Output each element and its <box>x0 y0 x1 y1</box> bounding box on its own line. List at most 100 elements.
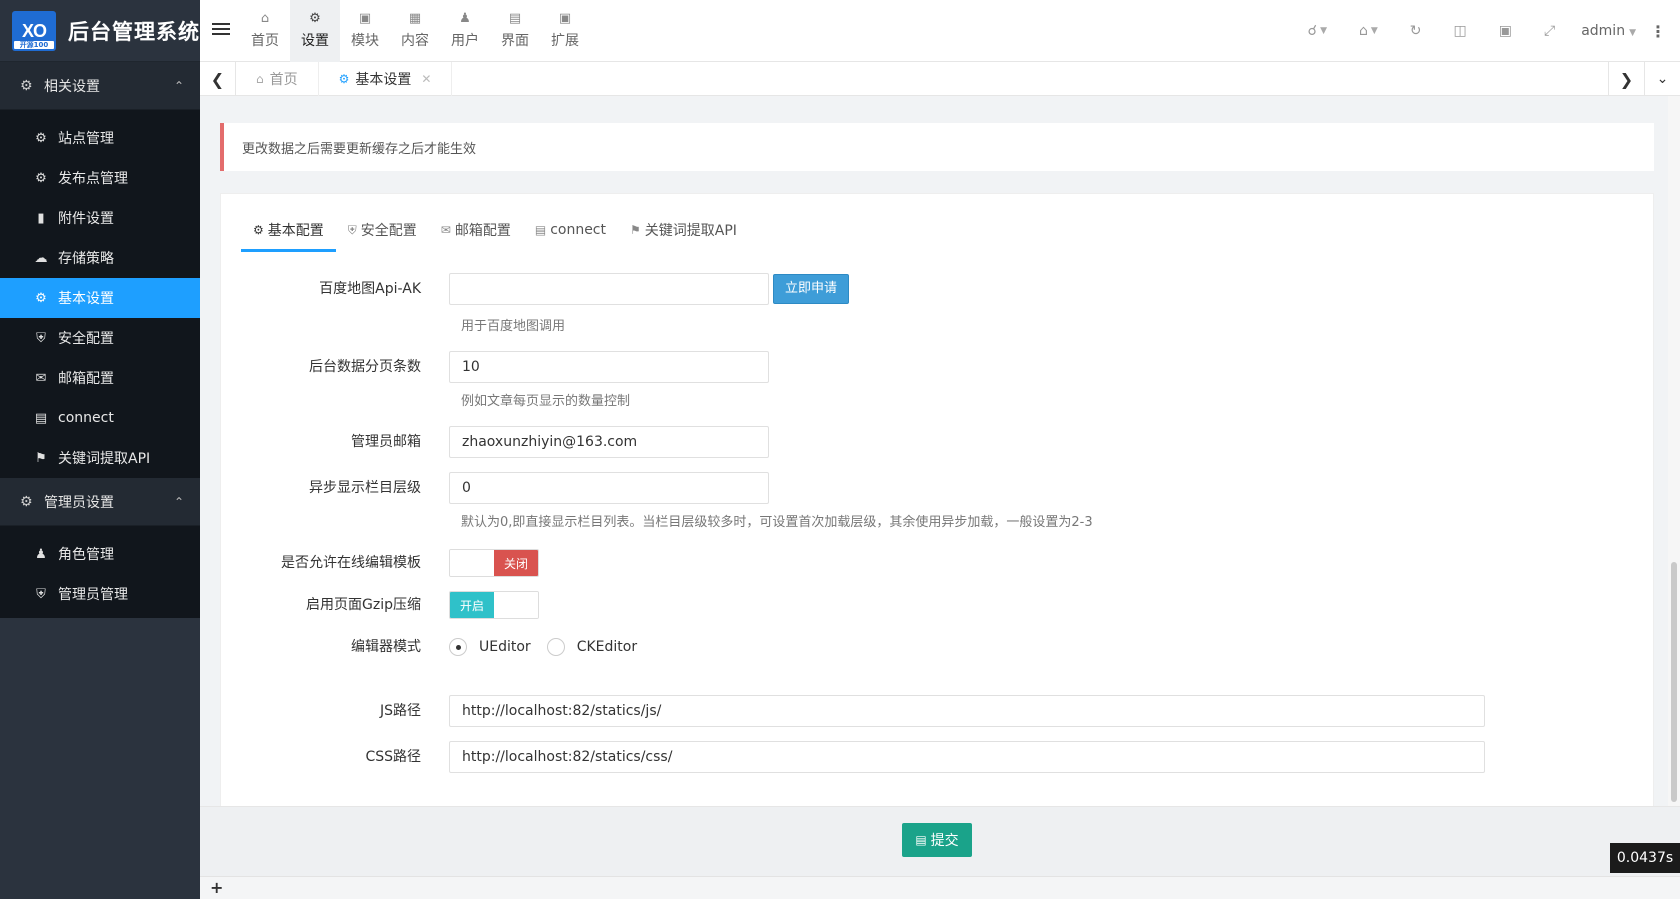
baidu-ak-label: 百度地图Api-AK <box>319 281 421 297</box>
sidebar-item-admins[interactable]: ⛨ 管理员管理 <box>0 574 200 614</box>
tabs-menu-chevron-down-icon[interactable]: ⌄ <box>1644 62 1680 96</box>
css-path-input[interactable] <box>449 741 1485 773</box>
lock-button[interactable]: ▣ <box>1499 23 1512 39</box>
row-js-path: JS路径 <box>221 695 1485 727</box>
topnav-users[interactable]: ♟ 用户 <box>440 0 490 62</box>
sidebar-item-label: 关键词提取API <box>58 451 151 467</box>
radio-circle <box>449 638 467 656</box>
tabs-scroll-left-icon[interactable]: ❮ <box>200 62 236 96</box>
cogs-icon: ⚙ <box>309 11 321 26</box>
tab-email-config[interactable]: ✉ 邮箱配置 <box>429 208 523 252</box>
radio-circle <box>546 638 565 656</box>
puzzle-icon: ▣ <box>358 11 372 26</box>
sidebar-item-storage-policy[interactable]: ☁ 存储策略 <box>0 238 200 278</box>
topnav-modules[interactable]: ▣ 模块 <box>340 0 390 62</box>
tab-basic-settings[interactable]: ⚙ 基本设置 ✕ <box>319 62 453 96</box>
envelope-icon: ✉ <box>440 223 451 237</box>
caret-down-icon: ▼ <box>1629 28 1636 38</box>
topnav-home[interactable]: ⌂ 首页 <box>240 0 290 62</box>
editor-mode-label: 编辑器模式 <box>351 639 421 655</box>
sidebar-group-admin-settings[interactable]: ⚙ 管理员设置 ⌃ <box>0 478 200 526</box>
radio-ueditor[interactable]: UEditor <box>449 638 531 656</box>
top-nav: ⌂ 首页 ⚙ 设置 ▣ 模块 ▦ 内容 ♟ 用户 ▤ 界面 ▣ 扩展 <box>240 0 590 62</box>
home-dropdown[interactable]: ⌂ ▼ <box>1359 23 1378 39</box>
async-level-help: 默认为0,即直接显示栏目列表。当栏目层级较多时，可设置首次加载层级，其余使用异步… <box>461 515 1093 530</box>
topnav-label: 设置 <box>301 33 329 49</box>
tab-home[interactable]: ⌂ 首页 <box>236 62 319 96</box>
sidebar: XO 开源100 后台管理系统 ⚙ 相关设置 ⌃ ⚙ 站点管理 ⚙ 发布点管理 … <box>0 0 200 899</box>
refresh-button[interactable]: ↻ <box>1410 23 1422 39</box>
cogs-icon: ⚙ <box>35 170 47 186</box>
cogs-icon: ⚙ <box>20 493 33 510</box>
share-dropdown[interactable]: ☌ ▼ <box>1308 23 1327 39</box>
sidebar-item-label: 安全配置 <box>58 331 114 347</box>
online-edit-label: 是否允许在线编辑模板 <box>281 555 421 571</box>
sidebar-item-security[interactable]: ⛨ 安全配置 <box>0 318 200 358</box>
sidebar-item-site-management[interactable]: ⚙ 站点管理 <box>0 118 200 158</box>
online-edit-toggle[interactable]: 关闭 <box>449 549 539 577</box>
cog-icon: ⚙ <box>338 72 350 86</box>
gzip-toggle[interactable]: 开启 <box>449 591 539 619</box>
tab-label: connect <box>550 222 606 238</box>
sidebar-item-attachments[interactable]: ▮ 附件设置 <box>0 198 200 238</box>
tab-label: 关键词提取API <box>644 223 737 239</box>
async-level-label: 异步显示栏目层级 <box>309 480 421 496</box>
apply-ak-button[interactable]: 立即申请 <box>773 274 850 304</box>
async-level-input[interactable] <box>449 472 769 504</box>
lock-icon: ▣ <box>1498 23 1512 39</box>
menu-toggle-icon[interactable] <box>212 20 230 38</box>
sidebar-item-basic-settings[interactable]: ⚙ 基本设置 <box>0 278 200 318</box>
sidebar-item-roles[interactable]: ♟ 角色管理 <box>0 534 200 574</box>
user-menu[interactable]: admin ▼ <box>1581 23 1636 39</box>
home-icon: ⌂ <box>1358 23 1368 39</box>
page-size-help: 例如文章每页显示的数量控制 <box>461 394 631 409</box>
row-online-edit: 是否允许在线编辑模板 关闭 <box>221 547 539 579</box>
sidebar-group-related-settings[interactable]: ⚙ 相关设置 ⌃ <box>0 62 200 110</box>
topnav-extensions[interactable]: ▣ 扩展 <box>540 0 590 62</box>
topnav-content[interactable]: ▦ 内容 <box>390 0 440 62</box>
tab-label: 邮箱配置 <box>454 223 511 239</box>
page-size-input[interactable] <box>449 351 769 383</box>
fullscreen-button[interactable]: ⤢ <box>1544 23 1555 39</box>
js-path-input[interactable] <box>449 695 1485 727</box>
plus-icon[interactable]: + <box>210 877 223 899</box>
tab-keyword-api[interactable]: ⚑ 关键词提取API <box>618 208 749 252</box>
baidu-ak-input[interactable] <box>449 273 769 305</box>
puzzle-icon: ▣ <box>558 11 572 26</box>
tab-connect[interactable]: ▤ connect <box>523 208 618 252</box>
grid-icon: ▦ <box>408 11 422 26</box>
home-icon: ⌂ <box>260 11 270 26</box>
tab-security-config[interactable]: ⛨ 安全配置 <box>336 208 429 252</box>
save-icon: ▤ <box>915 833 927 847</box>
radio-label: CKEditor <box>576 639 638 655</box>
sidebar-item-publish-points[interactable]: ⚙ 发布点管理 <box>0 158 200 198</box>
row-async-level: 异步显示栏目层级 <box>221 472 769 504</box>
form-action-bar: ▤ 提交 <box>200 806 1680 876</box>
radio-ckeditor[interactable]: CKEditor <box>546 638 638 656</box>
bottom-status-bar: + <box>200 876 1680 899</box>
close-icon[interactable]: ✕ <box>421 72 431 86</box>
sidebar-item-keyword-api[interactable]: ⚑ 关键词提取API <box>0 438 200 478</box>
more-icon[interactable]: ⋮ <box>1650 22 1666 41</box>
tab-label: 基本配置 <box>267 223 324 239</box>
page-tabs: ❮ ⌂ 首页 ⚙ 基本设置 ✕ ❯ ⌄ <box>200 62 1680 96</box>
submit-button[interactable]: ▤ 提交 <box>902 823 972 857</box>
radio-label: UEditor <box>479 639 531 655</box>
topnav-settings[interactable]: ⚙ 设置 <box>290 0 340 62</box>
sidebar-item-label: 管理员管理 <box>58 587 128 603</box>
top-right-tools: ☌ ▼ ⌂ ▼ ↻ ◫ ▣ ⤢ admin ▼ ⋮ <box>1292 0 1680 62</box>
shield-icon: ⛨ <box>347 222 357 237</box>
topnav-interface[interactable]: ▤ 界面 <box>490 0 540 62</box>
clear-cache-button[interactable]: ◫ <box>1454 23 1467 39</box>
tabs-scroll-right-icon[interactable]: ❯ <box>1608 62 1644 96</box>
sidebar-item-label: 角色管理 <box>58 547 114 563</box>
scrollbar-thumb[interactable] <box>1671 562 1677 802</box>
sidebar-item-email[interactable]: ✉ 邮箱配置 <box>0 358 200 398</box>
sidebar-item-connect[interactable]: ▤ connect <box>0 398 200 438</box>
content-scrollbar[interactable] <box>1668 96 1680 806</box>
sidebar-item-label: 基本设置 <box>58 291 114 307</box>
tab-basic-config[interactable]: ⚙ 基本配置 <box>241 208 336 252</box>
sidebar-item-label: 存储策略 <box>58 251 114 267</box>
admin-email-input[interactable] <box>449 426 769 458</box>
cache-notice: 更改数据之后需要更新缓存之后才能生效 <box>220 123 1654 171</box>
